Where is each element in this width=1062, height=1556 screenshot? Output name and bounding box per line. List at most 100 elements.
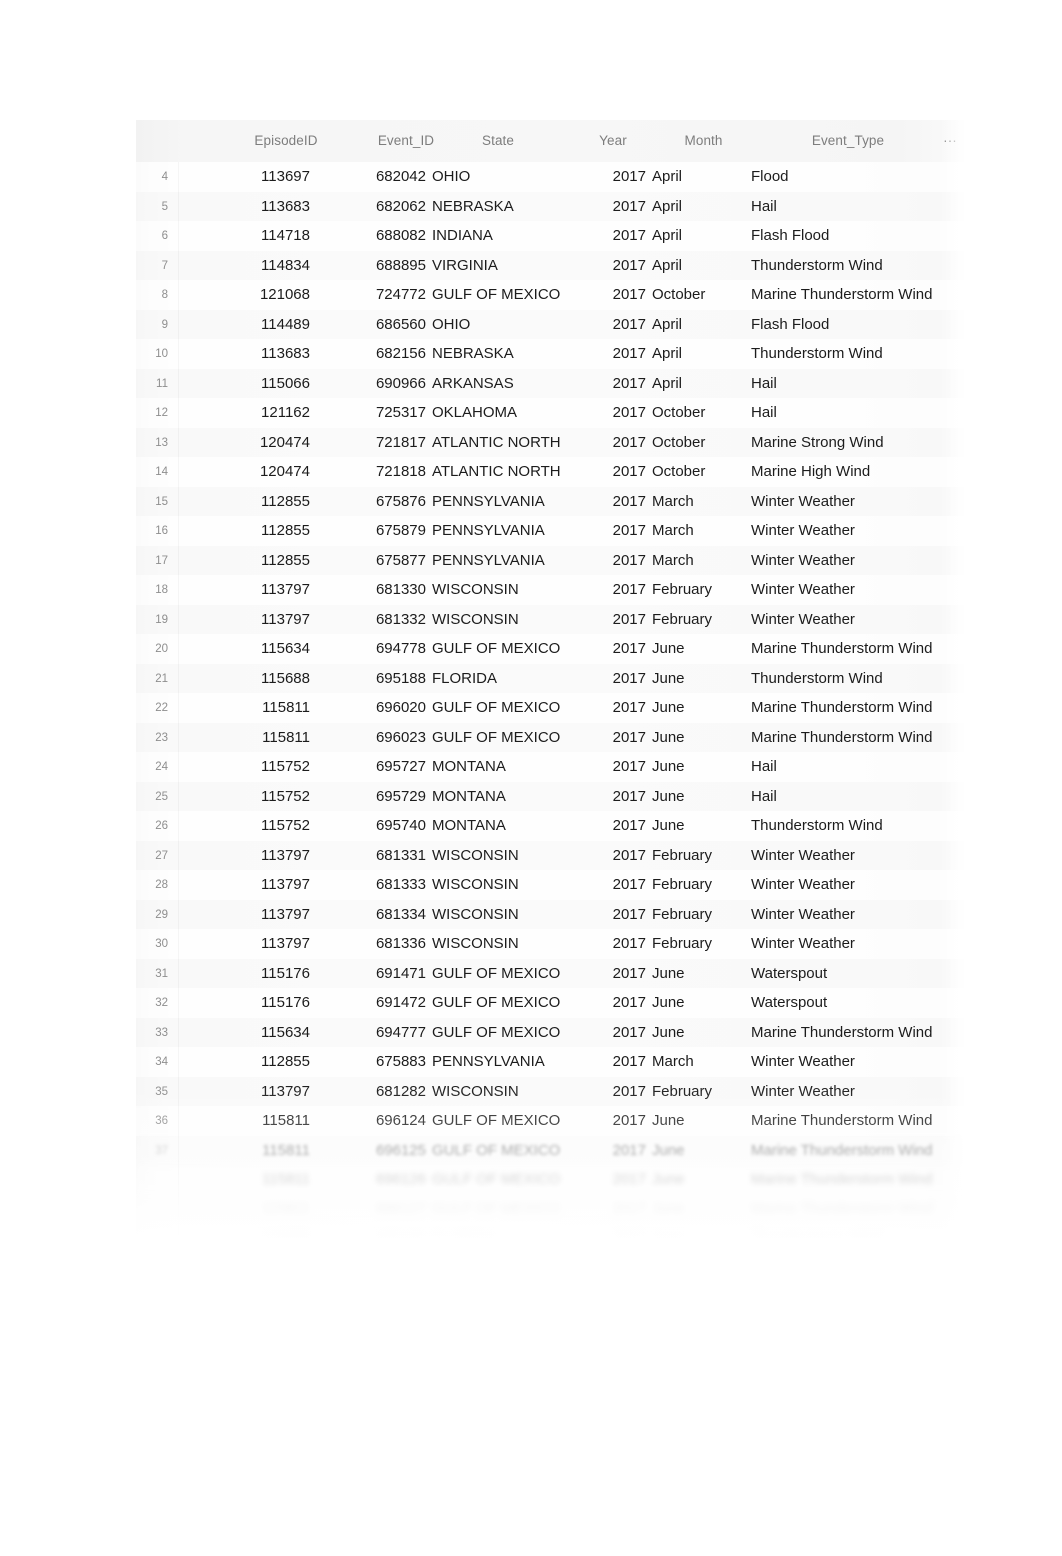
- row-number: 6: [161, 230, 168, 242]
- cell-event-type: Flood: [751, 168, 789, 185]
- column-header-month[interactable]: Month: [636, 120, 771, 162]
- cell-episodeid: 121162: [261, 404, 310, 421]
- cell-year: 2017: [612, 345, 646, 362]
- row-number: 12: [155, 407, 168, 419]
- table-row[interactable]: 34 112855 675883 PENNSYLVANIA 2017 March Winte…: [136, 1047, 966, 1077]
- cell-year: 2017: [612, 374, 646, 392]
- table-row[interactable]: 11 115066 690966 ARKANSAS 2017 April Hail: [136, 368, 966, 398]
- table-row[interactable]: 9 114489 686560 OHIO 2017 April Flash Flood: [136, 309, 966, 339]
- cell-event-id: 675883: [375, 1053, 426, 1070]
- cell-month: March: [652, 522, 694, 539]
- cell-episodeid: 115811: [262, 728, 310, 746]
- cell-month: February: [652, 846, 713, 864]
- row-number: 7: [161, 259, 168, 272]
- cell-episodeid: 115752: [261, 758, 310, 775]
- cell-episodeid: 115176: [261, 964, 310, 982]
- cell-year: 2017: [612, 876, 646, 893]
- cell-event-type: Marine Strong Wind: [751, 433, 884, 451]
- row-number: 31: [155, 967, 168, 980]
- table-row[interactable]: 25 115752 695729 MONTANA 2017 June Hail: [136, 781, 966, 811]
- cell-month: June: [652, 1023, 685, 1041]
- cell-month: June: [652, 1200, 685, 1218]
- table-row[interactable]: 35 113797 681282 WISCONSIN 2017 February Winte…: [136, 1076, 966, 1106]
- cell-year: 2017: [612, 551, 646, 569]
- table-row[interactable]: 6 114718 688082 INDIANA 2017 April Flash Flood: [136, 221, 966, 251]
- table-row[interactable]: 115811 696126 GULF OF MEXICO 2017 June Marine…: [136, 1165, 966, 1195]
- table-row[interactable]: 20 115634 694778 GULF OF MEXICO 2017 June Mari…: [136, 634, 966, 664]
- column-header-event-type[interactable]: Event_Type: [776, 120, 920, 162]
- table-row[interactable]: 36 115811 696124 GULF OF MEXICO 2017 June Mari…: [136, 1106, 966, 1136]
- cell-episodeid: 112855: [261, 492, 310, 510]
- cell-episodeid: 115811: [262, 1200, 310, 1218]
- cell-month: October: [652, 286, 706, 303]
- table-row[interactable]: 33 115634 694777 GULF OF MEXICO 2017 June Mari…: [136, 1017, 966, 1047]
- cell-event-type: Marine Thunderstorm Wind: [751, 699, 933, 716]
- table-row[interactable]: 37 115811 696125 GULF OF MEXICO 2017 June Mari…: [136, 1135, 966, 1165]
- cell-month: October: [652, 433, 706, 451]
- table-row[interactable]: 4 113697 682042 OHIO 2017 April Flood: [136, 162, 966, 192]
- cell-year: 2017: [612, 669, 646, 687]
- table-row[interactable]: 15 112855 675876 PENNSYLVANIA 2017 March Winte…: [136, 486, 966, 516]
- table-row[interactable]: 14 120474 721818 ATLANTIC NORTH 2017 October M…: [136, 457, 966, 487]
- table-row[interactable]: 23 115811 696023 GULF OF MEXICO 2017 June Mari…: [136, 722, 966, 752]
- table-row[interactable]: 32 115176 691472 GULF OF MEXICO 2017 June Wate…: [136, 988, 966, 1018]
- row-number: 34: [155, 1056, 168, 1068]
- cell-event-id: 675879: [375, 522, 426, 539]
- table-row[interactable]: 115811 696127 GULF OF MEXICO 2017 June Marine…: [136, 1194, 966, 1224]
- table-row[interactable]: 12 121162 725317 OKLAHOMA 2017 October Hail: [136, 398, 966, 428]
- table-row[interactable]: 29 113797 681334 WISCONSIN 2017 February Winte…: [136, 899, 966, 929]
- cell-month: April: [652, 256, 683, 274]
- cell-month: April: [652, 345, 683, 362]
- row-number: 13: [155, 436, 168, 449]
- cell-event-type: Thunderstorm Wind: [751, 1230, 883, 1242]
- cell-year: 2017: [612, 758, 646, 775]
- table-row[interactable]: 16 112855 675879 PENNSYLVANIA 2017 March Winte…: [136, 516, 966, 546]
- cell-month: April: [652, 315, 683, 333]
- table-row[interactable]: 30 113797 681336 WISCONSIN 2017 February Winte…: [136, 929, 966, 959]
- table-row[interactable]: 7 114834 688895 VIRGINIA 2017 April Thundersto…: [136, 250, 966, 280]
- table-row[interactable]: 31 115176 691471 GULF OF MEXICO 2017 June Wate…: [136, 958, 966, 988]
- cell-episodeid: 113683: [261, 345, 310, 362]
- cell-event-type: Marine Thunderstorm Wind: [751, 1200, 933, 1218]
- table-row[interactable]: 27 113797 681331 WISCONSIN 2017 February Winte…: [136, 840, 966, 870]
- table-row[interactable]: 8 121068 724772 GULF OF MEXICO 2017 October Ma…: [136, 280, 966, 310]
- table-row[interactable]: 26 115752 695740 MONTANA 2017 June Thunderstor…: [136, 811, 966, 841]
- table-row[interactable]: 13 120474 721817 ATLANTIC NORTH 2017 October M…: [136, 427, 966, 457]
- table-row[interactable]: 10 113683 682156 NEBRASKA 2017 April Thunderst…: [136, 339, 966, 369]
- cell-event-id: 696023: [375, 728, 426, 746]
- cell-episodeid: 115634: [261, 640, 310, 657]
- row-number: 25: [155, 790, 168, 803]
- table-row[interactable]: 22 115811 696020 GULF OF MEXICO 2017 June Mari…: [136, 693, 966, 723]
- table-row[interactable]: 21 115688 695188 FLORIDA 2017 June Thunderstor…: [136, 663, 966, 693]
- cell-episodeid: 114718: [261, 227, 310, 244]
- cell-month: June: [652, 1112, 685, 1129]
- cell-month: June: [652, 1171, 685, 1188]
- cell-month: April: [652, 168, 683, 185]
- cell-event-type: Winter Weather: [751, 581, 855, 598]
- cell-episodeid: 114834: [261, 256, 310, 274]
- cell-year: 2017: [612, 905, 646, 923]
- table-row[interactable]: 18 113797 681330 WISCONSIN 2017 February Winte…: [136, 575, 966, 605]
- row-number: 32: [155, 997, 168, 1009]
- more-options-icon[interactable]: ···: [936, 120, 964, 162]
- cell-episodeid: 113797: [261, 905, 310, 923]
- table-row[interactable]: 115688 695190 FLORIDA 2017 June Thunderstorm …: [136, 1224, 966, 1242]
- cell-event-id: 694778: [375, 640, 426, 657]
- row-number: 24: [155, 761, 168, 773]
- table-row[interactable]: 17 112855 675877 PENNSYLVANIA 2017 March Winte…: [136, 545, 966, 575]
- table-row[interactable]: 28 113797 681333 WISCONSIN 2017 February Winte…: [136, 870, 966, 900]
- cell-event-id: 688895: [375, 256, 426, 274]
- table-row[interactable]: 24 115752 695727 MONTANA 2017 June Hail: [136, 752, 966, 782]
- cell-episodeid: 115811: [262, 1171, 310, 1188]
- cell-event-id: 695740: [375, 817, 426, 834]
- row-number: 19: [155, 613, 168, 626]
- cell-month: June: [652, 964, 685, 982]
- cell-episodeid: 115811: [262, 1112, 310, 1129]
- table-row[interactable]: 5 113683 682062 NEBRASKA 2017 April Hail: [136, 191, 966, 221]
- cell-year: 2017: [612, 522, 646, 539]
- row-number: 11: [156, 377, 168, 390]
- cell-month: April: [652, 227, 683, 244]
- cell-month: June: [652, 728, 685, 746]
- table-row[interactable]: 19 113797 681332 WISCONSIN 2017 February Winte…: [136, 604, 966, 634]
- cell-event-type: Winter Weather: [751, 935, 855, 952]
